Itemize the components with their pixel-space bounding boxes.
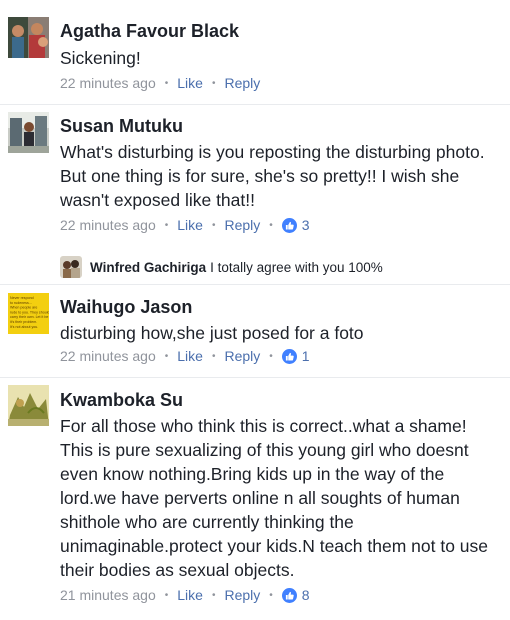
comments-feed: Agatha Favour Black Sickening! 22 minute… bbox=[0, 0, 510, 620]
separator-dot: • bbox=[269, 219, 273, 231]
avatar[interactable]: Never respond to rudeness... When people a… bbox=[8, 293, 49, 334]
comment-text: disturbing how,she just posed for a foto bbox=[60, 323, 364, 343]
reply-text: I totally agree with you 100% bbox=[210, 259, 383, 275]
separator-dot: • bbox=[211, 219, 216, 231]
like-button[interactable]: Like bbox=[177, 348, 203, 364]
reply-button[interactable]: Reply bbox=[224, 348, 260, 364]
separator-dot: • bbox=[211, 589, 216, 601]
separator-dot: • bbox=[269, 350, 273, 362]
comment-meta: 22 minutes ago • Like • Reply • 3 bbox=[60, 217, 310, 233]
reply-author[interactable]: Winfred Gachiriga bbox=[90, 260, 206, 275]
separator-dot: • bbox=[269, 589, 273, 601]
avatar-caption-line: Never respond bbox=[10, 296, 34, 300]
comment-meta: 21 minutes ago • Like • Reply • 8 bbox=[60, 587, 310, 603]
like-button[interactable]: Like bbox=[177, 587, 203, 603]
divider bbox=[0, 377, 510, 378]
like-button[interactable]: Like bbox=[177, 75, 203, 91]
comment-author[interactable]: Kwamboka Su bbox=[60, 390, 183, 411]
reply-preview[interactable]: Winfred Gachiriga I totally agree with y… bbox=[60, 256, 383, 278]
avatar-caption-line: rude to you. They should bbox=[10, 310, 49, 314]
separator-dot: • bbox=[211, 350, 216, 362]
avatar bbox=[60, 256, 82, 278]
avatar[interactable] bbox=[8, 112, 49, 153]
avatar[interactable] bbox=[8, 385, 49, 426]
divider bbox=[0, 104, 510, 105]
comment-timestamp[interactable]: 21 minutes ago bbox=[60, 587, 156, 603]
comment-text: For all those who think this is correct.… bbox=[60, 416, 489, 580]
separator-dot: • bbox=[164, 77, 169, 89]
like-button[interactable]: Like bbox=[177, 217, 203, 233]
reaction-count[interactable]: 8 bbox=[281, 587, 310, 603]
avatar-caption-line: it's their problem. bbox=[10, 320, 37, 324]
like-count: 3 bbox=[301, 217, 310, 233]
divider bbox=[0, 284, 510, 285]
separator-dot: • bbox=[164, 589, 169, 601]
thumbs-up-icon bbox=[281, 217, 297, 233]
separator-dot: • bbox=[164, 219, 169, 231]
separator-dot: • bbox=[164, 350, 169, 362]
avatar[interactable] bbox=[8, 17, 49, 58]
avatar-caption-line: It's not about you. bbox=[10, 325, 38, 329]
comment-timestamp[interactable]: 22 minutes ago bbox=[60, 217, 156, 233]
avatar-caption-line: to rudeness... bbox=[10, 301, 32, 305]
reaction-count[interactable]: 1 bbox=[281, 348, 310, 364]
comment-meta: 22 minutes ago • Like • Reply • 1 bbox=[60, 348, 310, 364]
avatar-caption-line: When people are bbox=[10, 306, 37, 310]
reply-button[interactable]: Reply bbox=[224, 217, 260, 233]
comment-text: What's disturbing is you reposting the d… bbox=[60, 142, 485, 210]
comment-author[interactable]: Agatha Favour Black bbox=[60, 21, 239, 42]
separator-dot: • bbox=[211, 77, 216, 89]
comment-timestamp[interactable]: 22 minutes ago bbox=[60, 348, 156, 364]
comment-timestamp[interactable]: 22 minutes ago bbox=[60, 75, 156, 91]
thumbs-up-icon bbox=[281, 348, 297, 364]
comment-author[interactable]: Waihugo Jason bbox=[60, 297, 192, 318]
reply-button[interactable]: Reply bbox=[224, 75, 260, 91]
avatar-caption-line: carry their own. Let it be bbox=[10, 315, 48, 319]
comment-text: Sickening! bbox=[60, 48, 141, 68]
like-count: 8 bbox=[301, 587, 310, 603]
thumbs-up-icon bbox=[281, 587, 297, 603]
comment-author[interactable]: Susan Mutuku bbox=[60, 116, 183, 137]
like-count: 1 bbox=[301, 348, 310, 364]
reaction-count[interactable]: 3 bbox=[281, 217, 310, 233]
comment-meta: 22 minutes ago • Like • Reply bbox=[60, 75, 260, 91]
reply-button[interactable]: Reply bbox=[224, 587, 260, 603]
